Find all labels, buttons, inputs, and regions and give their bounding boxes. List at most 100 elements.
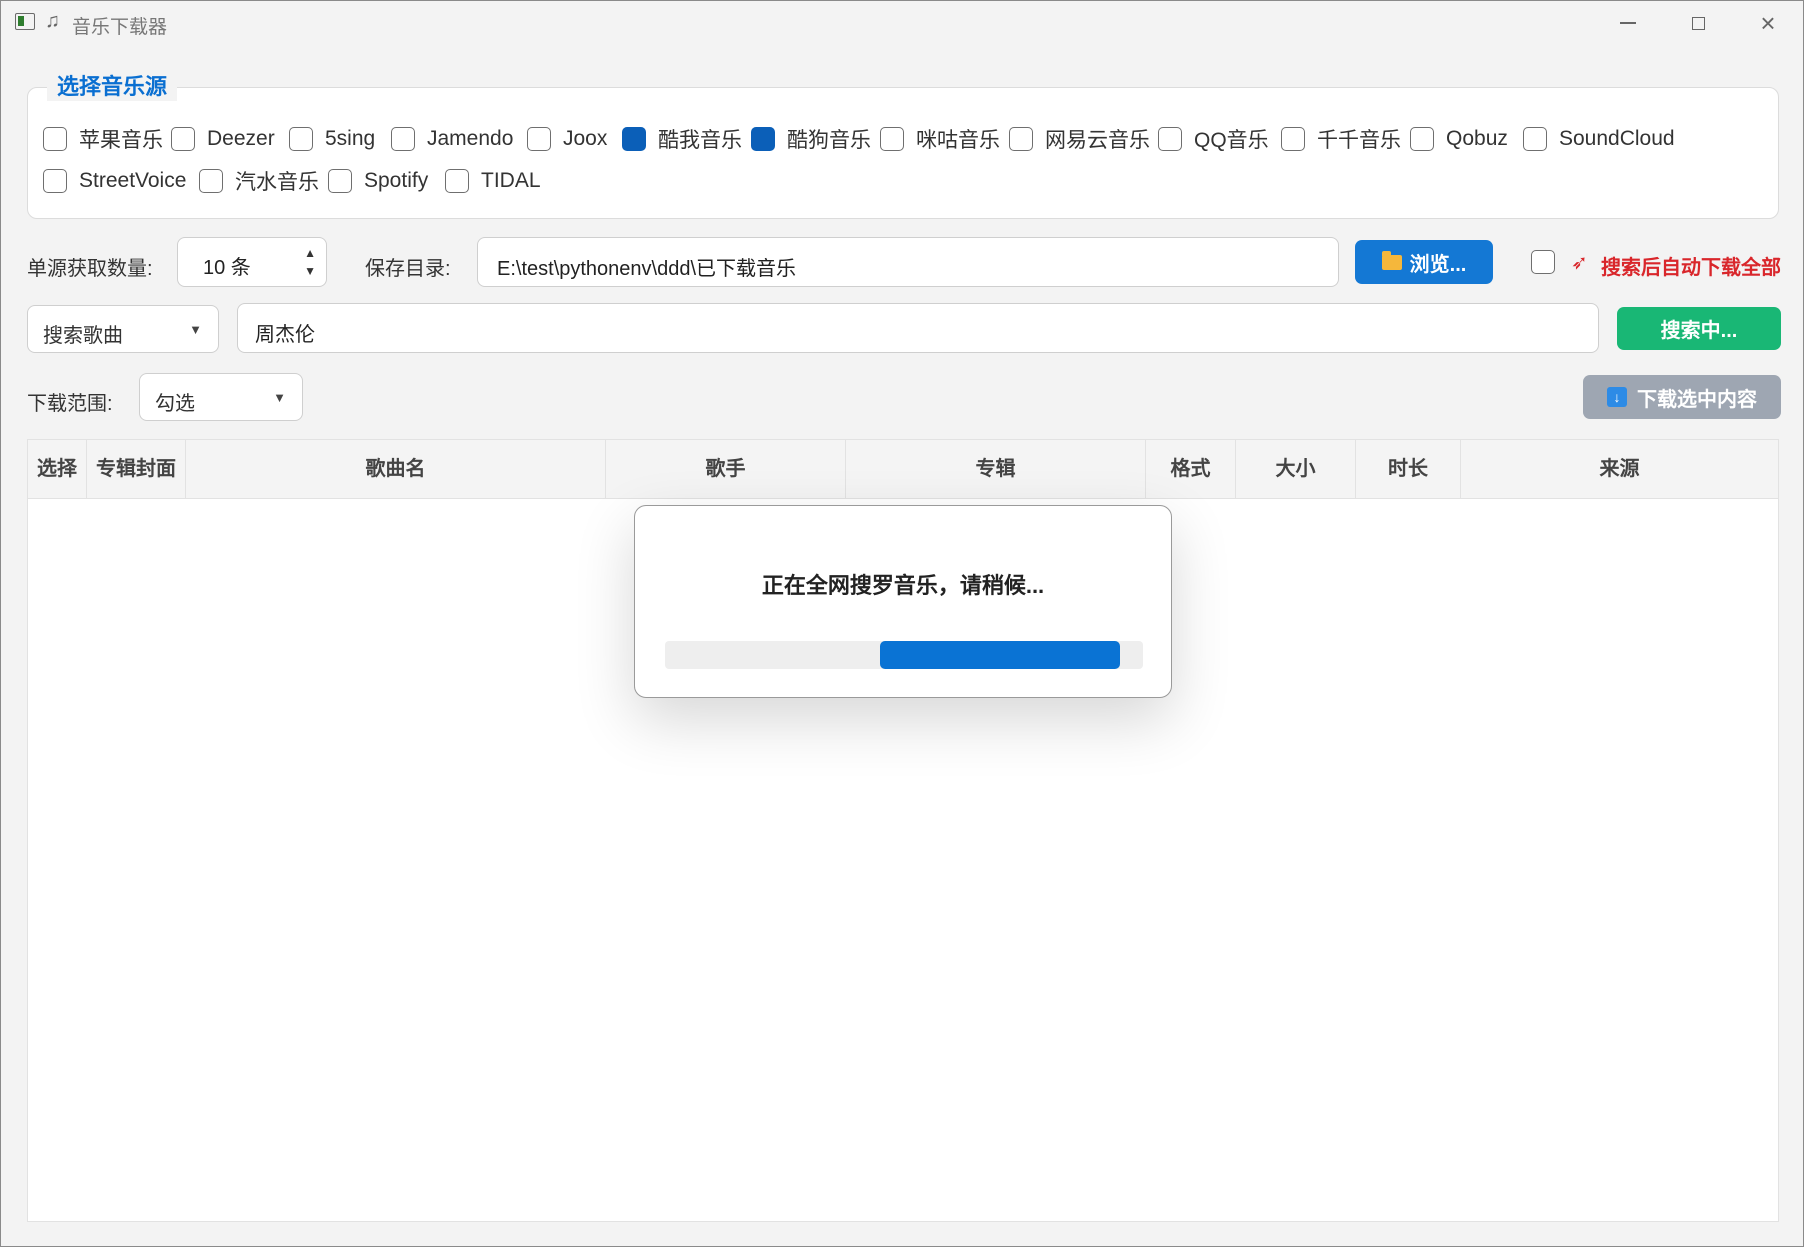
search-mode-value: 搜索歌曲	[43, 325, 123, 347]
checkbox[interactable]	[1410, 127, 1434, 151]
checkbox[interactable]	[751, 127, 775, 151]
save-dir-input[interactable]: E:\test\pythonenv\ddd\已下载音乐	[477, 237, 1339, 287]
checkbox[interactable]	[199, 169, 223, 193]
source-label: StreetVoice	[79, 169, 187, 192]
source-label: 千千音乐	[1317, 129, 1401, 152]
spin-up-icon[interactable]: ▲	[304, 246, 316, 260]
checkbox[interactable]	[1281, 127, 1305, 151]
source-option-qishui[interactable]: 汽水音乐	[199, 166, 319, 196]
checkbox[interactable]	[1158, 127, 1182, 151]
source-option-joox[interactable]: Joox	[527, 124, 607, 154]
rocket-icon: ➶	[1571, 252, 1588, 274]
source-label: 苹果音乐	[79, 129, 163, 152]
source-group-title: 选择音乐源	[47, 69, 178, 101]
source-label: SoundCloud	[1559, 127, 1675, 150]
save-dir-label: 保存目录:	[365, 258, 451, 280]
source-option-qq-music[interactable]: QQ音乐	[1158, 124, 1269, 154]
close-button[interactable]: ×	[1733, 1, 1803, 45]
source-option-soundcloud[interactable]: SoundCloud	[1523, 124, 1675, 154]
download-range-value: 勾选	[155, 393, 195, 415]
checkbox[interactable]	[445, 169, 469, 193]
checkbox[interactable]	[527, 127, 551, 151]
source-option-streetvoice[interactable]: StreetVoice	[43, 166, 186, 196]
checkbox[interactable]	[1009, 127, 1033, 151]
column-header-duration[interactable]: 时长	[1356, 440, 1461, 498]
progress-message: 正在全网搜罗音乐，请稍候...	[761, 573, 1045, 598]
source-option-5sing[interactable]: 5sing	[289, 124, 375, 154]
app-window: ♫ 音乐下载器 × 选择音乐源 苹果音乐 Deezer 5sing Jamend…	[0, 0, 1804, 1247]
progress-dialog: 正在全网搜罗音乐，请稍候...	[634, 505, 1172, 698]
auto-download-checkbox[interactable]	[1531, 250, 1555, 274]
table-header: 选择 专辑封面 歌曲名 歌手 专辑 格式 大小 时长 来源	[28, 440, 1778, 499]
checkbox[interactable]	[622, 127, 646, 151]
checkbox[interactable]	[328, 169, 352, 193]
checkbox[interactable]	[880, 127, 904, 151]
source-label: Spotify	[364, 169, 429, 192]
count-spinbox[interactable]: 10 条 ▲ ▼	[177, 237, 327, 287]
source-option-kugou[interactable]: 酷狗音乐	[751, 124, 871, 154]
source-label: TIDAL	[481, 169, 541, 192]
source-label: 5sing	[325, 127, 376, 150]
checkbox[interactable]	[391, 127, 415, 151]
source-option-tidal[interactable]: TIDAL	[445, 166, 541, 196]
download-selected-label: 下载选中内容	[1637, 388, 1757, 411]
progress-bar	[665, 641, 1143, 669]
checkbox[interactable]	[43, 127, 67, 151]
minimize-button[interactable]	[1593, 1, 1663, 45]
download-range-select[interactable]: 勾选 ▼	[139, 373, 303, 421]
maximize-button[interactable]	[1663, 1, 1733, 45]
progress-indicator	[880, 641, 1120, 669]
column-header-size[interactable]: 大小	[1236, 440, 1356, 498]
source-option-migu[interactable]: 咪咕音乐	[880, 124, 1000, 154]
download-range-label: 下载范围:	[27, 393, 113, 415]
browse-label: 浏览...	[1409, 253, 1467, 276]
chevron-down-icon: ▼	[273, 390, 286, 405]
folder-icon	[1381, 250, 1402, 270]
maximize-icon	[1691, 16, 1705, 30]
column-header-source[interactable]: 来源	[1461, 440, 1778, 498]
source-label: 酷我音乐	[658, 129, 742, 152]
source-label: 汽水音乐	[235, 171, 319, 194]
minimize-icon	[1620, 22, 1636, 24]
title-bar: ♫ 音乐下载器 ×	[1, 1, 1803, 45]
source-option-qianqian[interactable]: 千千音乐	[1281, 124, 1401, 154]
spin-down-icon[interactable]: ▼	[304, 264, 316, 278]
chevron-down-icon: ▼	[189, 322, 202, 337]
checkbox[interactable]	[1523, 127, 1547, 151]
source-option-qobuz[interactable]: Qobuz	[1410, 124, 1508, 154]
count-value: 10 条	[203, 257, 251, 279]
source-option-netease[interactable]: 网易云音乐	[1009, 124, 1150, 154]
search-button[interactable]: 搜索中...	[1617, 307, 1781, 350]
download-icon: ↓	[1607, 387, 1627, 407]
source-label: Jamendo	[427, 127, 514, 150]
column-header-format[interactable]: 格式	[1146, 440, 1236, 498]
window-title: 音乐下载器	[72, 17, 168, 38]
source-option-jamendo[interactable]: Jamendo	[391, 124, 513, 154]
music-note-icon: ♫	[45, 10, 60, 32]
checkbox[interactable]	[289, 127, 313, 151]
source-option-kuwo[interactable]: 酷我音乐	[622, 124, 742, 154]
column-header-cover[interactable]: 专辑封面	[87, 440, 186, 498]
column-header-song[interactable]: 歌曲名	[186, 440, 606, 498]
source-option-spotify[interactable]: Spotify	[328, 166, 428, 196]
count-label: 单源获取数量:	[27, 258, 153, 280]
column-header-artist[interactable]: 歌手	[606, 440, 846, 498]
close-icon: ×	[1760, 8, 1776, 38]
checkbox[interactable]	[43, 169, 67, 193]
browse-button[interactable]: 浏览...	[1355, 240, 1493, 284]
search-mode-select[interactable]: 搜索歌曲 ▼	[27, 305, 219, 353]
app-icon	[15, 13, 35, 30]
download-selected-button[interactable]: ↓ 下载选中内容	[1583, 375, 1781, 419]
source-label: QQ音乐	[1194, 129, 1269, 152]
search-input[interactable]: 周杰伦	[237, 303, 1599, 353]
source-label: 酷狗音乐	[787, 129, 871, 152]
checkbox[interactable]	[171, 127, 195, 151]
source-label: 咪咕音乐	[916, 129, 1000, 152]
source-label: 网易云音乐	[1045, 129, 1150, 152]
source-label: Joox	[563, 127, 608, 150]
source-option-apple-music[interactable]: 苹果音乐	[43, 124, 163, 154]
source-label: Deezer	[207, 127, 275, 150]
column-header-album[interactable]: 专辑	[846, 440, 1146, 498]
source-option-deezer[interactable]: Deezer	[171, 124, 275, 154]
column-header-select[interactable]: 选择	[28, 440, 87, 498]
